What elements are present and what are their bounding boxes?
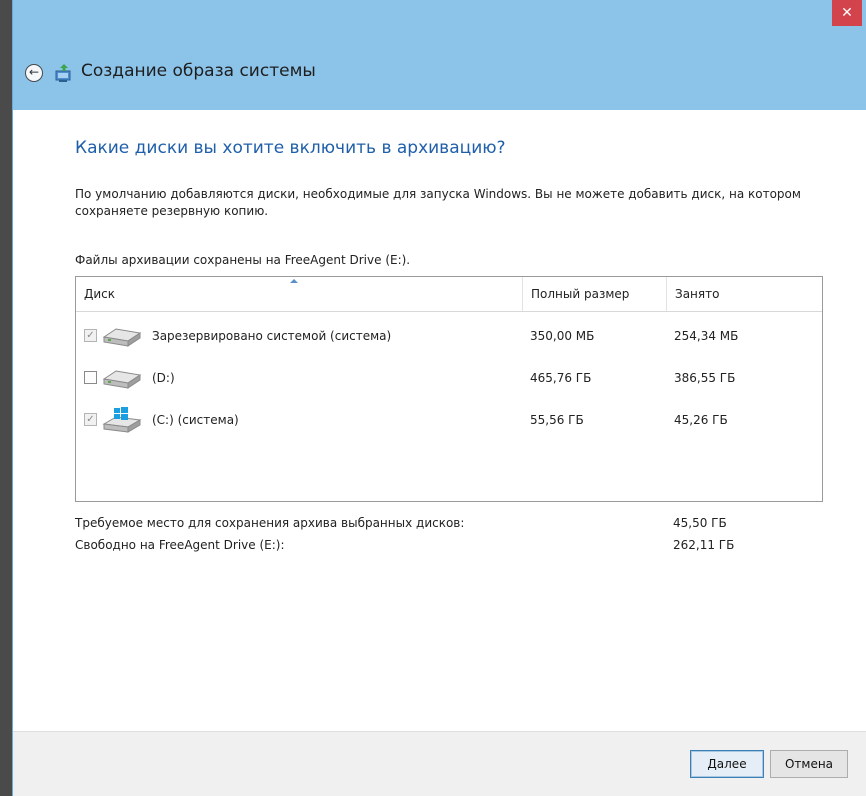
drive-checkbox-system-reserved[interactable]: ✓ xyxy=(84,329,97,342)
column-header-total-size[interactable]: Полный размер xyxy=(522,277,666,311)
wizard-footer: Далее Отмена xyxy=(13,731,866,796)
page-description: По умолчанию добавляются диски, необходи… xyxy=(75,187,801,218)
drive-list[interactable]: Диск Полный размер Занято ✓ Зарезервиров… xyxy=(75,276,823,502)
drive-name: Зарезервировано системой (система) xyxy=(152,329,392,343)
column-header-used[interactable]: Занято xyxy=(666,277,822,311)
drive-total-size: 350,00 МБ xyxy=(530,329,595,343)
close-button[interactable]: ✕ xyxy=(832,0,862,26)
backup-wizard-window: ✕ ← Создание образа системы Какие диски … xyxy=(12,0,866,796)
cancel-button[interactable]: Отмена xyxy=(770,750,848,778)
drive-total-size: 465,76 ГБ xyxy=(530,371,592,385)
column-header-disk[interactable]: Диск xyxy=(76,277,522,311)
required-space-value: 45,50 ГБ xyxy=(673,516,727,530)
wizard-title: Создание образа системы xyxy=(81,61,316,81)
required-space-label: Требуемое место для сохранения архива вы… xyxy=(75,516,465,530)
drive-row-d[interactable]: (D:) 465,76 ГБ 386,55 ГБ xyxy=(76,359,822,399)
backup-location-text: Файлы архивации сохранены на FreeAgent D… xyxy=(75,253,411,267)
back-arrow-icon: ← xyxy=(28,65,40,79)
drive-list-header: Диск Полный размер Занято xyxy=(76,277,822,312)
drive-checkbox-d[interactable] xyxy=(84,371,97,384)
free-space-value: 262,11 ГБ xyxy=(673,538,735,552)
drive-checkbox-c[interactable]: ✓ xyxy=(84,413,97,426)
drive-name: (D:) xyxy=(152,371,175,385)
close-icon: ✕ xyxy=(841,5,853,21)
required-space-line: Требуемое место для сохранения архива вы… xyxy=(75,516,727,530)
page-heading: Какие диски вы хотите включить в архивац… xyxy=(75,138,506,158)
free-space-label: Свободно на FreeAgent Drive (E:): xyxy=(75,538,285,552)
windows-drive-icon xyxy=(102,407,142,433)
drive-total-size: 55,56 ГБ xyxy=(530,413,584,427)
free-space-line: Свободно на FreeAgent Drive (E:): 262,11… xyxy=(75,538,734,552)
drive-used-space: 254,34 МБ xyxy=(674,329,739,343)
drive-row-c[interactable]: ✓ (C:) (система) 55,56 ГБ 45,26 ГБ xyxy=(76,401,822,441)
drive-row-system-reserved[interactable]: ✓ Зарезервировано системой (система) 350… xyxy=(76,317,822,357)
back-button[interactable]: ← xyxy=(25,64,43,82)
next-button[interactable]: Далее xyxy=(690,750,764,778)
drive-used-space: 45,26 ГБ xyxy=(674,413,728,427)
title-bar: ✕ ← Создание образа системы xyxy=(13,0,866,110)
drive-name: (C:) (система) xyxy=(152,413,239,427)
system-image-icon xyxy=(55,64,71,82)
drive-icon xyxy=(102,370,142,389)
drive-used-space: 386,55 ГБ xyxy=(674,371,736,385)
wizard-header: ← Создание образа системы xyxy=(13,58,866,90)
drive-icon xyxy=(102,328,142,347)
wizard-content: Какие диски вы хотите включить в архивац… xyxy=(13,110,866,732)
